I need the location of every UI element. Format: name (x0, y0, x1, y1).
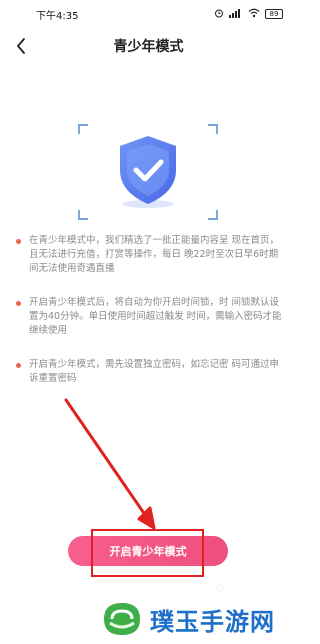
hero-illustration (78, 124, 218, 220)
note-item: 在青少年模式中，我们精选了一批正能量内容呈 现在首页，且无法进行充值，打赏等操作… (16, 234, 282, 276)
chevron-left-icon[interactable] (10, 34, 32, 58)
shield-check-icon (120, 136, 176, 208)
frame-corner (208, 124, 218, 134)
nav-bar: 青少年模式 (0, 28, 297, 64)
frame-corner (78, 210, 88, 220)
frame-corner (208, 210, 218, 220)
watermark-text: 璞玉手游网 (150, 607, 275, 636)
frame-corner (78, 124, 88, 134)
battery-icon: 89 (265, 9, 283, 19)
bullet-icon (16, 239, 21, 244)
watermark-logo-icon (104, 603, 140, 635)
status-time: 下午4:35 (36, 10, 79, 22)
note-text: 开启青少年模式，需先设置独立密码，如忘记密 码可通过申诉重置密码 (29, 359, 280, 384)
enable-teen-mode-button[interactable]: 开启青少年模式 (68, 536, 228, 566)
note-text: 在青少年模式中，我们精选了一批正能量内容呈 现在首页，且无法进行充值，打赏等操作… (29, 235, 280, 274)
watermark: 璞玉手游网 (100, 594, 297, 644)
alarm-icon (214, 8, 224, 21)
signal-icon (229, 8, 243, 21)
bullet-icon (16, 363, 21, 368)
note-item: 开启青少年模式后，将自动为你开启时间锁，时 间锁默认设置为40分钟。单日使用时间… (16, 296, 282, 338)
note-text: 开启青少年模式后，将自动为你开启时间锁，时 间锁默认设置为40分钟。单日使用时间… (29, 297, 282, 336)
bullet-icon (16, 301, 21, 306)
status-bar: 下午4:35 89 (0, 0, 297, 28)
wifi-icon (248, 8, 260, 21)
page-title: 青少年模式 (113, 39, 184, 55)
note-item: 开启青少年模式，需先设置独立密码，如忘记密 码可通过申诉重置密码 (16, 358, 282, 386)
status-icons: 89 (214, 8, 283, 21)
